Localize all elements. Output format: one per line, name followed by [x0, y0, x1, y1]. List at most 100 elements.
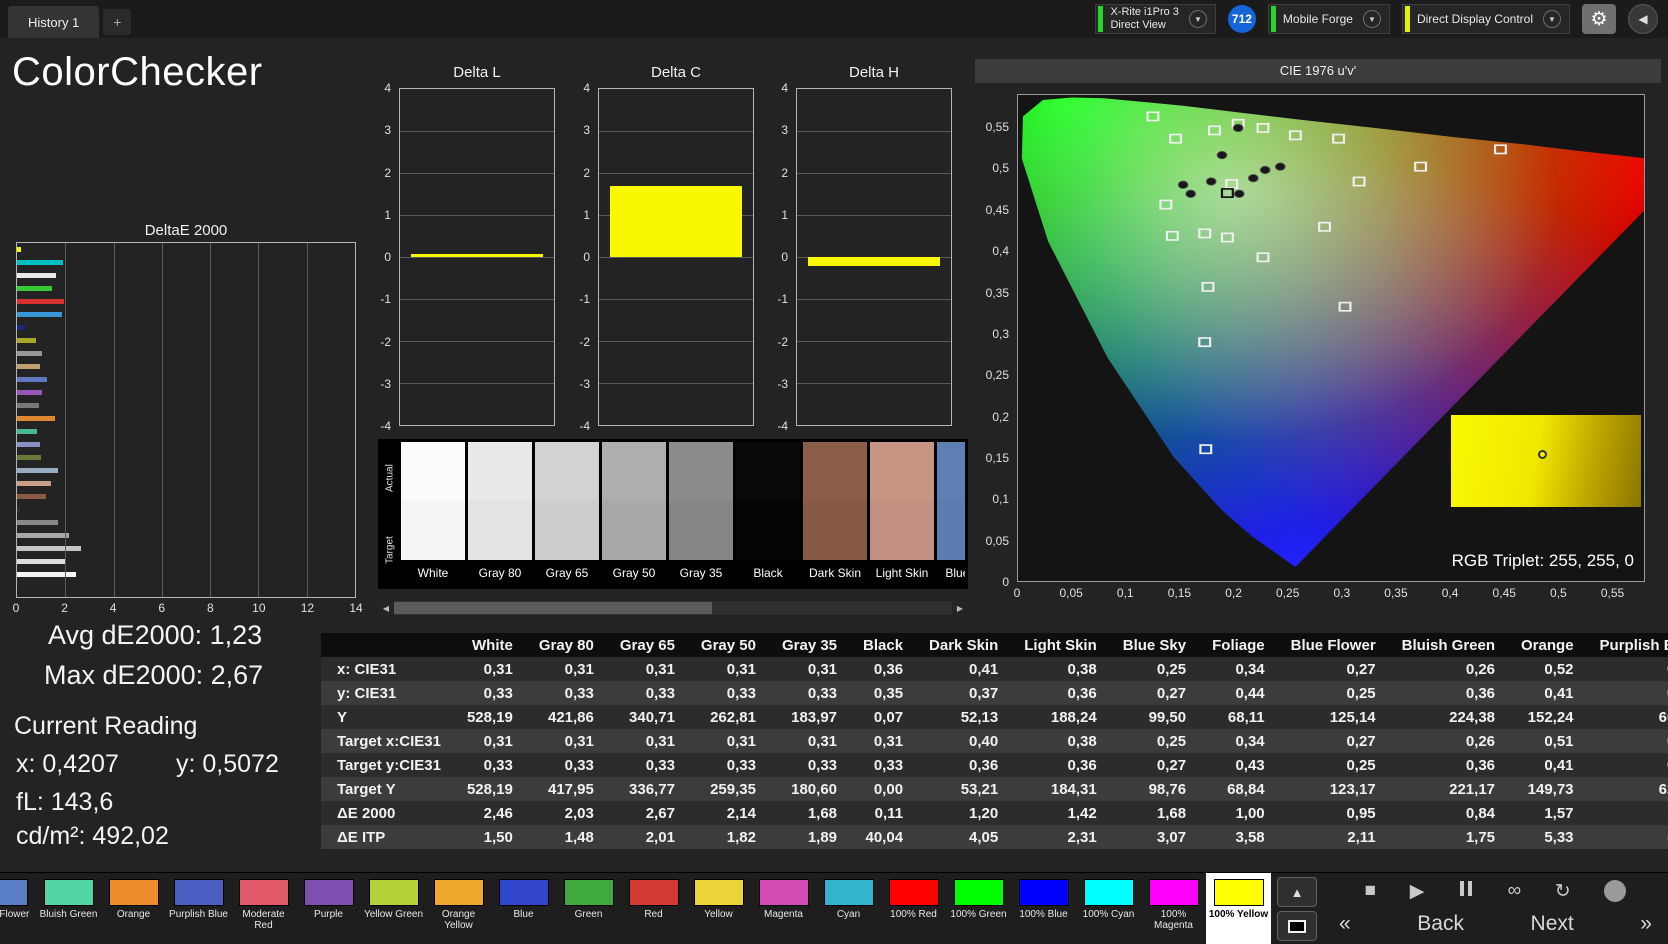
patch-button-orange-yellow[interactable]: Orange Yellow — [426, 873, 491, 944]
deltae-bar — [17, 572, 77, 577]
table-cell: 0,35 — [873, 684, 904, 702]
pattern-window-button[interactable] — [1277, 911, 1317, 941]
table-cell: 0,27 — [1346, 660, 1376, 678]
patch-label: 100% Cyan — [1082, 909, 1135, 920]
x-tick-label: 2 — [61, 601, 68, 615]
y-tick-label: 1 — [583, 207, 590, 222]
cie-plot: RGB Triplet: 255, 255, 0 — [1017, 94, 1645, 582]
y-tick-label: 0,2 — [992, 409, 1009, 424]
patch-button-purple[interactable]: Purple — [296, 873, 361, 944]
actual-swatch — [937, 442, 965, 501]
table-cell: 52,13 — [960, 708, 999, 726]
record-icon[interactable] — [1604, 880, 1627, 902]
meter-count-badge: 712 — [1227, 5, 1256, 33]
table-cell: 2,31 — [1067, 828, 1097, 846]
scroll-left-icon[interactable]: ◀ — [378, 604, 394, 613]
swatch-scrollbar[interactable]: ◀ ▶ — [378, 601, 968, 615]
table-row-label: x: CIE31 — [337, 660, 397, 678]
patch-label: 100% Yellow — [1208, 909, 1269, 920]
workflow-dropdown[interactable]: Mobile Forge ▼ — [1267, 4, 1390, 34]
table-cell: 0,33 — [483, 684, 513, 702]
patch-button-yellow-green[interactable]: Yellow Green — [361, 873, 426, 944]
meter-name: X-Rite i1Pro 3 — [1110, 6, 1179, 18]
scrollbar-thumb[interactable] — [394, 602, 713, 614]
deltae-plot — [16, 242, 356, 598]
patch-button-orange[interactable]: Orange — [101, 873, 166, 944]
y-tick-label: -2 — [777, 334, 788, 349]
patch-button-blue[interactable]: Blue — [491, 873, 556, 944]
table-cell: 336,77 — [629, 780, 675, 798]
patch-button-100-green[interactable]: 100% Green — [946, 873, 1011, 944]
patch-button-purplish-blue[interactable]: Purplish Blue — [166, 873, 231, 944]
tab-history-1[interactable]: History 1 — [8, 6, 100, 38]
patch-button-magenta[interactable]: Magenta — [751, 873, 816, 944]
meter-dropdown[interactable]: X-Rite i1Pro 3 Direct View ▼ — [1095, 4, 1216, 34]
chart-title: DeltaE 2000 — [144, 222, 228, 239]
deltae-bar — [17, 390, 43, 395]
display-control-dropdown[interactable]: Direct Display Control ▼ — [1401, 4, 1570, 34]
back-button[interactable]: Back — [1417, 912, 1464, 936]
table-col-header: Gray 35 — [768, 633, 851, 657]
table-cell: 0,31 — [564, 660, 594, 678]
target-swatch — [669, 501, 733, 560]
table-cell: 53,21 — [960, 780, 999, 798]
table-cell: 0,07 — [873, 708, 904, 726]
patch-button-100-magenta[interactable]: 100% Magenta — [1141, 873, 1206, 944]
continuous-button[interactable]: ∞ — [1508, 880, 1522, 902]
patch-button-100-cyan[interactable]: 100% Cyan — [1076, 873, 1141, 944]
gridline — [400, 257, 554, 258]
patch-button-green[interactable]: Green — [556, 873, 621, 944]
patch-button-yellow[interactable]: Yellow — [686, 873, 751, 944]
scrollbar-track[interactable] — [394, 601, 952, 615]
target-swatch — [401, 501, 465, 560]
y-tick-label: -2 — [579, 334, 590, 349]
patch-button-red[interactable]: Red — [621, 873, 686, 944]
patch-button-blue-flower[interactable]: Blue Flower — [0, 873, 36, 944]
y-tick-label: 0 — [1002, 575, 1009, 589]
gridline — [306, 243, 308, 597]
table-cell: 2,14 — [726, 804, 756, 822]
rgb-gradient-inset — [1451, 415, 1641, 507]
chevron-down-icon[interactable]: ▼ — [1188, 10, 1207, 28]
table-cell: 1,68 — [1156, 804, 1187, 822]
measured-point — [1232, 123, 1244, 133]
patch-button-100-yellow[interactable]: 100% Yellow — [1206, 873, 1271, 944]
next-chevron-icon[interactable]: » — [1640, 912, 1652, 936]
y-tick-label: -1 — [380, 292, 391, 307]
meter-mode: Direct View — [1110, 19, 1166, 31]
chevron-down-icon[interactable]: ▼ — [1543, 10, 1561, 28]
patch-label: 100% Blue — [1019, 909, 1068, 920]
transport-controls: ■ ▶ ∞ ↻ « Back Next » — [1323, 873, 1668, 944]
table-cell: 0,38 — [1067, 732, 1097, 750]
table-corner-cell — [321, 633, 454, 657]
swatch-cell: White — [401, 442, 465, 586]
pause-button[interactable] — [1458, 880, 1474, 902]
scroll-right-icon[interactable]: ▶ — [952, 604, 968, 613]
patch-button-100-red[interactable]: 100% Red — [881, 873, 946, 944]
chevron-down-icon[interactable]: ▼ — [1362, 10, 1381, 28]
stop-button[interactable]: ■ — [1365, 880, 1376, 902]
deltae-bars — [17, 247, 355, 577]
back-chevron-icon[interactable]: « — [1339, 912, 1351, 936]
table-cell: 188,24 — [1050, 708, 1097, 726]
display-control-name: Direct Display Control — [1416, 11, 1533, 26]
play-button[interactable]: ▶ — [1410, 880, 1425, 903]
table-cell: 0,31 — [873, 732, 904, 750]
table-cell: 99,50 — [1148, 708, 1187, 726]
patch-swatch — [368, 879, 419, 906]
swatch-cell: Gray 65 — [535, 442, 599, 586]
settings-button[interactable]: ⚙ — [1582, 4, 1616, 34]
x-tick-label: 0,25 — [1276, 586, 1300, 600]
patch-button-100-blue[interactable]: 100% Blue — [1011, 873, 1076, 944]
next-button[interactable]: Next — [1531, 912, 1574, 936]
patch-button-cyan[interactable]: Cyan — [816, 873, 881, 944]
gridline — [797, 215, 951, 216]
current-reading-label: Current Reading — [14, 712, 198, 740]
eject-button[interactable]: ▲ — [1277, 877, 1317, 907]
collapse-panel-button[interactable]: ◀ — [1628, 4, 1658, 34]
patch-button-moderate-red[interactable]: Moderate Red — [231, 873, 296, 944]
loop-button[interactable]: ↻ — [1555, 880, 1571, 903]
patch-button-bluish-green[interactable]: Bluish Green — [36, 873, 101, 944]
add-tab-button[interactable]: + — [103, 9, 132, 35]
table-cell: 0,25 — [1156, 660, 1187, 678]
